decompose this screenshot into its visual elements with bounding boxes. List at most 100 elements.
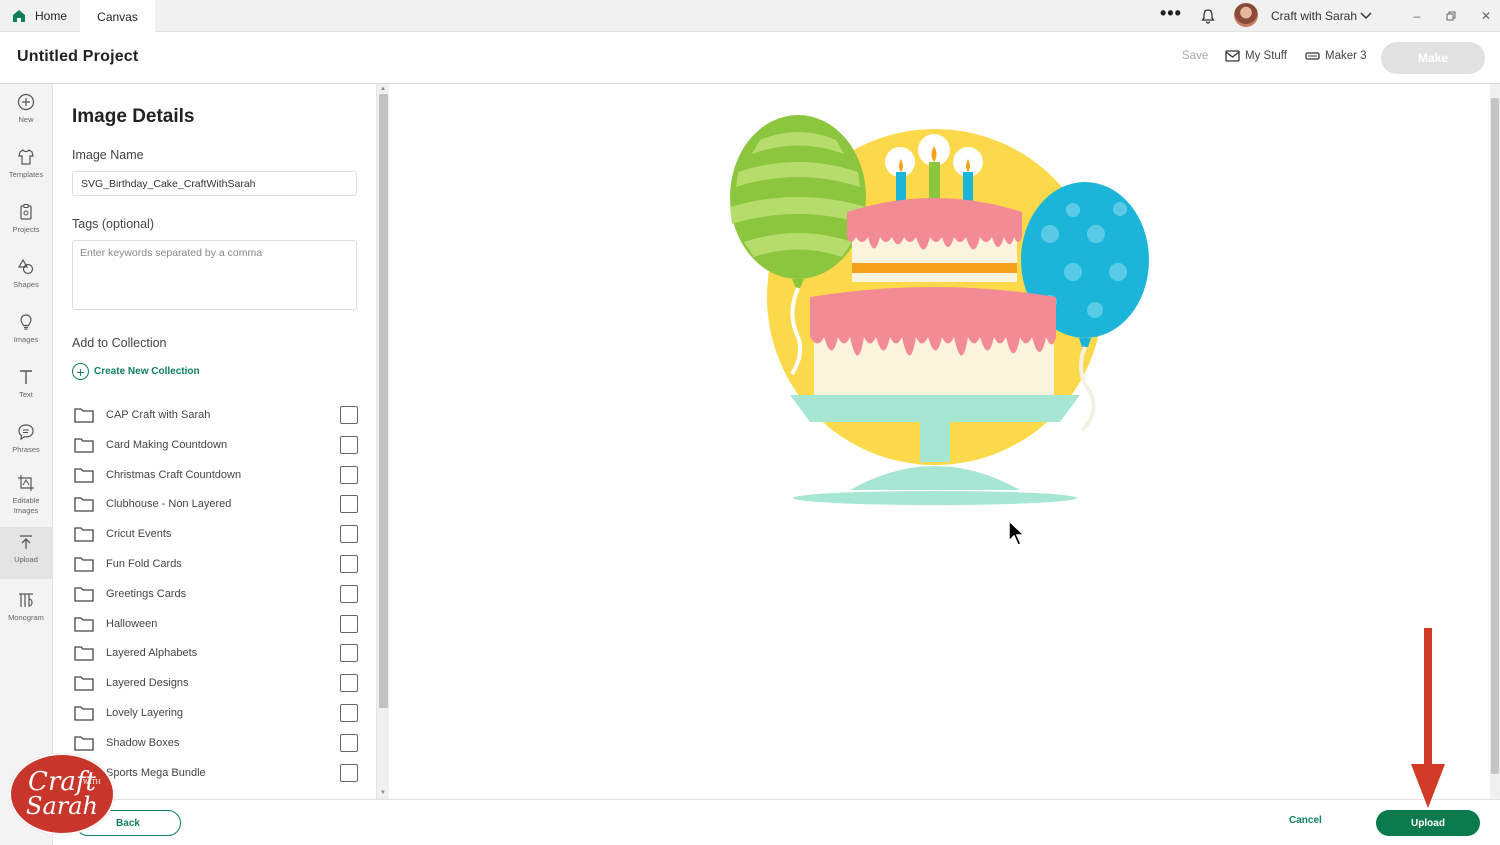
folder-icon xyxy=(74,467,94,483)
sidebar-label: Shapes xyxy=(13,280,39,289)
sidebar-label: Monogram xyxy=(8,613,44,622)
collection-row[interactable]: CAP Craft with Sarah xyxy=(74,404,358,426)
logo-text: Sarah xyxy=(26,792,98,820)
collection-name: Fun Fold Cards xyxy=(106,558,182,570)
sidebar-label: Editable Images xyxy=(12,496,40,515)
sidebar-item-phrases[interactable]: Phrases xyxy=(0,417,52,469)
restore-icon[interactable] xyxy=(1441,0,1461,32)
sidebar-item-projects[interactable]: Projects xyxy=(0,197,52,249)
tab-home[interactable]: Home xyxy=(8,0,77,32)
logo-text: WITH xyxy=(83,779,101,786)
sidebar-item-text[interactable]: Text xyxy=(0,362,52,414)
collection-row[interactable]: Clubhouse - Non Layered xyxy=(74,493,358,515)
add-to-collection-label: Add to Collection xyxy=(72,336,167,350)
sidebar-item-editable-images[interactable]: Editable Images xyxy=(0,468,52,526)
collection-checkbox[interactable] xyxy=(340,614,358,633)
collection-checkbox[interactable] xyxy=(340,435,358,454)
tab-canvas-label: Canvas xyxy=(97,10,138,24)
collection-checkbox[interactable] xyxy=(340,584,358,603)
collection-name: Card Making Countdown xyxy=(106,438,228,451)
chevron-down-icon[interactable] xyxy=(1360,0,1372,32)
my-stuff-button[interactable]: My Stuff xyxy=(1225,50,1287,62)
more-options-icon[interactable]: ••• xyxy=(1160,0,1182,29)
collection-checkbox[interactable] xyxy=(340,406,358,424)
folder-icon xyxy=(74,408,94,423)
collection-checkbox[interactable] xyxy=(340,674,358,693)
notification-bell-icon[interactable] xyxy=(1200,0,1216,32)
scrollbar-thumb[interactable] xyxy=(379,94,388,708)
sidebar-item-shapes[interactable]: Shapes xyxy=(0,252,52,304)
collection-name: Halloween xyxy=(106,617,158,630)
collection-checkbox[interactable] xyxy=(340,525,358,544)
collection-row[interactable]: Cricut Events xyxy=(74,523,358,545)
sidebar-label: Templates xyxy=(8,170,44,179)
project-header: Untitled Project Save My Stuff Maker 3 M… xyxy=(0,32,1500,84)
craft-with-sarah-logo: Craft WITH Sarah xyxy=(9,753,115,835)
scroll-up-icon[interactable]: ▲ xyxy=(380,86,386,92)
collection-checkbox[interactable] xyxy=(340,465,358,484)
image-name-input[interactable]: SVG_Birthday_Cake_CraftWithSarah xyxy=(72,171,357,196)
collection-row[interactable]: Shadow Boxes xyxy=(74,732,358,754)
save-button[interactable]: Save xyxy=(1182,50,1208,62)
sidebar-item-upload[interactable]: Upload xyxy=(0,527,52,579)
collection-name: Shadow Boxes xyxy=(106,736,180,749)
minimize-icon[interactable]: – xyxy=(1407,0,1427,32)
folder-icon xyxy=(74,497,94,513)
collection-checkbox[interactable] xyxy=(340,555,358,573)
tab-canvas[interactable]: Canvas xyxy=(80,0,155,32)
collection-name: Layered Designs xyxy=(106,677,189,690)
collection-name: CAP Craft with Sarah xyxy=(106,409,211,421)
sidebar-label: Text xyxy=(19,390,33,399)
collection-name: Sports Mega Bundle xyxy=(106,766,206,779)
collection-name: Clubhouse - Non Layered xyxy=(106,498,232,511)
make-button[interactable]: Make xyxy=(1381,42,1485,74)
plus-circle-icon xyxy=(17,93,35,111)
collection-row[interactable]: Christmas Craft Countdown xyxy=(74,464,358,486)
collection-row[interactable]: Greetings Cards xyxy=(74,583,358,605)
panel-scrollbar[interactable]: ▲ ▼ xyxy=(376,84,389,799)
sidebar-item-new[interactable]: New xyxy=(0,87,52,139)
user-name[interactable]: Craft with Sarah xyxy=(1271,0,1357,32)
collection-row[interactable]: Lovely Layering xyxy=(74,702,358,724)
tags-textarea[interactable]: Enter keywords separated by a comma xyxy=(72,240,357,310)
left-sidebar: New Templates Projects Shapes Images Tex… xyxy=(0,84,53,845)
sidebar-item-monogram[interactable]: Monogram xyxy=(0,585,52,637)
home-icon xyxy=(13,10,25,22)
scrollbar-thumb[interactable] xyxy=(1491,98,1499,774)
birthday-cake-image-preview xyxy=(730,115,1149,505)
collection-checkbox[interactable] xyxy=(340,763,358,782)
collection-row[interactable]: Layered Alphabets xyxy=(74,642,358,664)
machine-label: Maker 3 xyxy=(1325,50,1367,62)
avatar[interactable] xyxy=(1234,3,1258,27)
collection-row[interactable]: Fun Fold Cards xyxy=(74,553,358,575)
sidebar-item-images[interactable]: Images xyxy=(0,307,52,359)
folder-icon xyxy=(74,706,94,721)
collection-name: Cricut Events xyxy=(106,528,172,541)
image-name-label: Image Name xyxy=(72,148,144,162)
collection-row[interactable]: Layered Designs xyxy=(74,672,358,694)
sidebar-item-templates[interactable]: Templates xyxy=(0,142,52,194)
collection-checkbox[interactable] xyxy=(340,704,358,722)
create-new-collection-button[interactable]: + Create New Collection xyxy=(72,363,200,380)
collection-checkbox[interactable] xyxy=(340,733,358,752)
collection-row[interactable]: Sports Mega Bundle xyxy=(74,762,358,784)
collection-checkbox[interactable] xyxy=(340,644,358,663)
footer-bar: Back Cancel Upload xyxy=(53,799,1500,845)
canvas-scrollbar[interactable] xyxy=(1490,84,1500,799)
scroll-down-icon[interactable]: ▼ xyxy=(380,790,386,796)
upload-button[interactable]: Upload xyxy=(1376,810,1480,836)
machine-select[interactable]: Maker 3 xyxy=(1305,50,1367,62)
collection-checkbox[interactable] xyxy=(340,495,358,514)
speech-bubble-icon xyxy=(18,424,34,441)
folder-icon xyxy=(74,646,94,662)
collection-name: Greetings Cards xyxy=(106,587,187,600)
close-icon[interactable]: ✕ xyxy=(1476,0,1496,32)
cancel-button[interactable]: Cancel xyxy=(1289,815,1322,826)
canvas-area[interactable] xyxy=(390,84,1490,799)
collection-row[interactable]: Card Making Countdown xyxy=(74,434,358,456)
text-icon xyxy=(20,370,32,384)
collection-row[interactable]: Halloween xyxy=(74,613,358,635)
page-title: Untitled Project xyxy=(17,48,139,65)
collection-name: Lovely Layering xyxy=(106,707,184,719)
folder-icon xyxy=(74,616,94,632)
